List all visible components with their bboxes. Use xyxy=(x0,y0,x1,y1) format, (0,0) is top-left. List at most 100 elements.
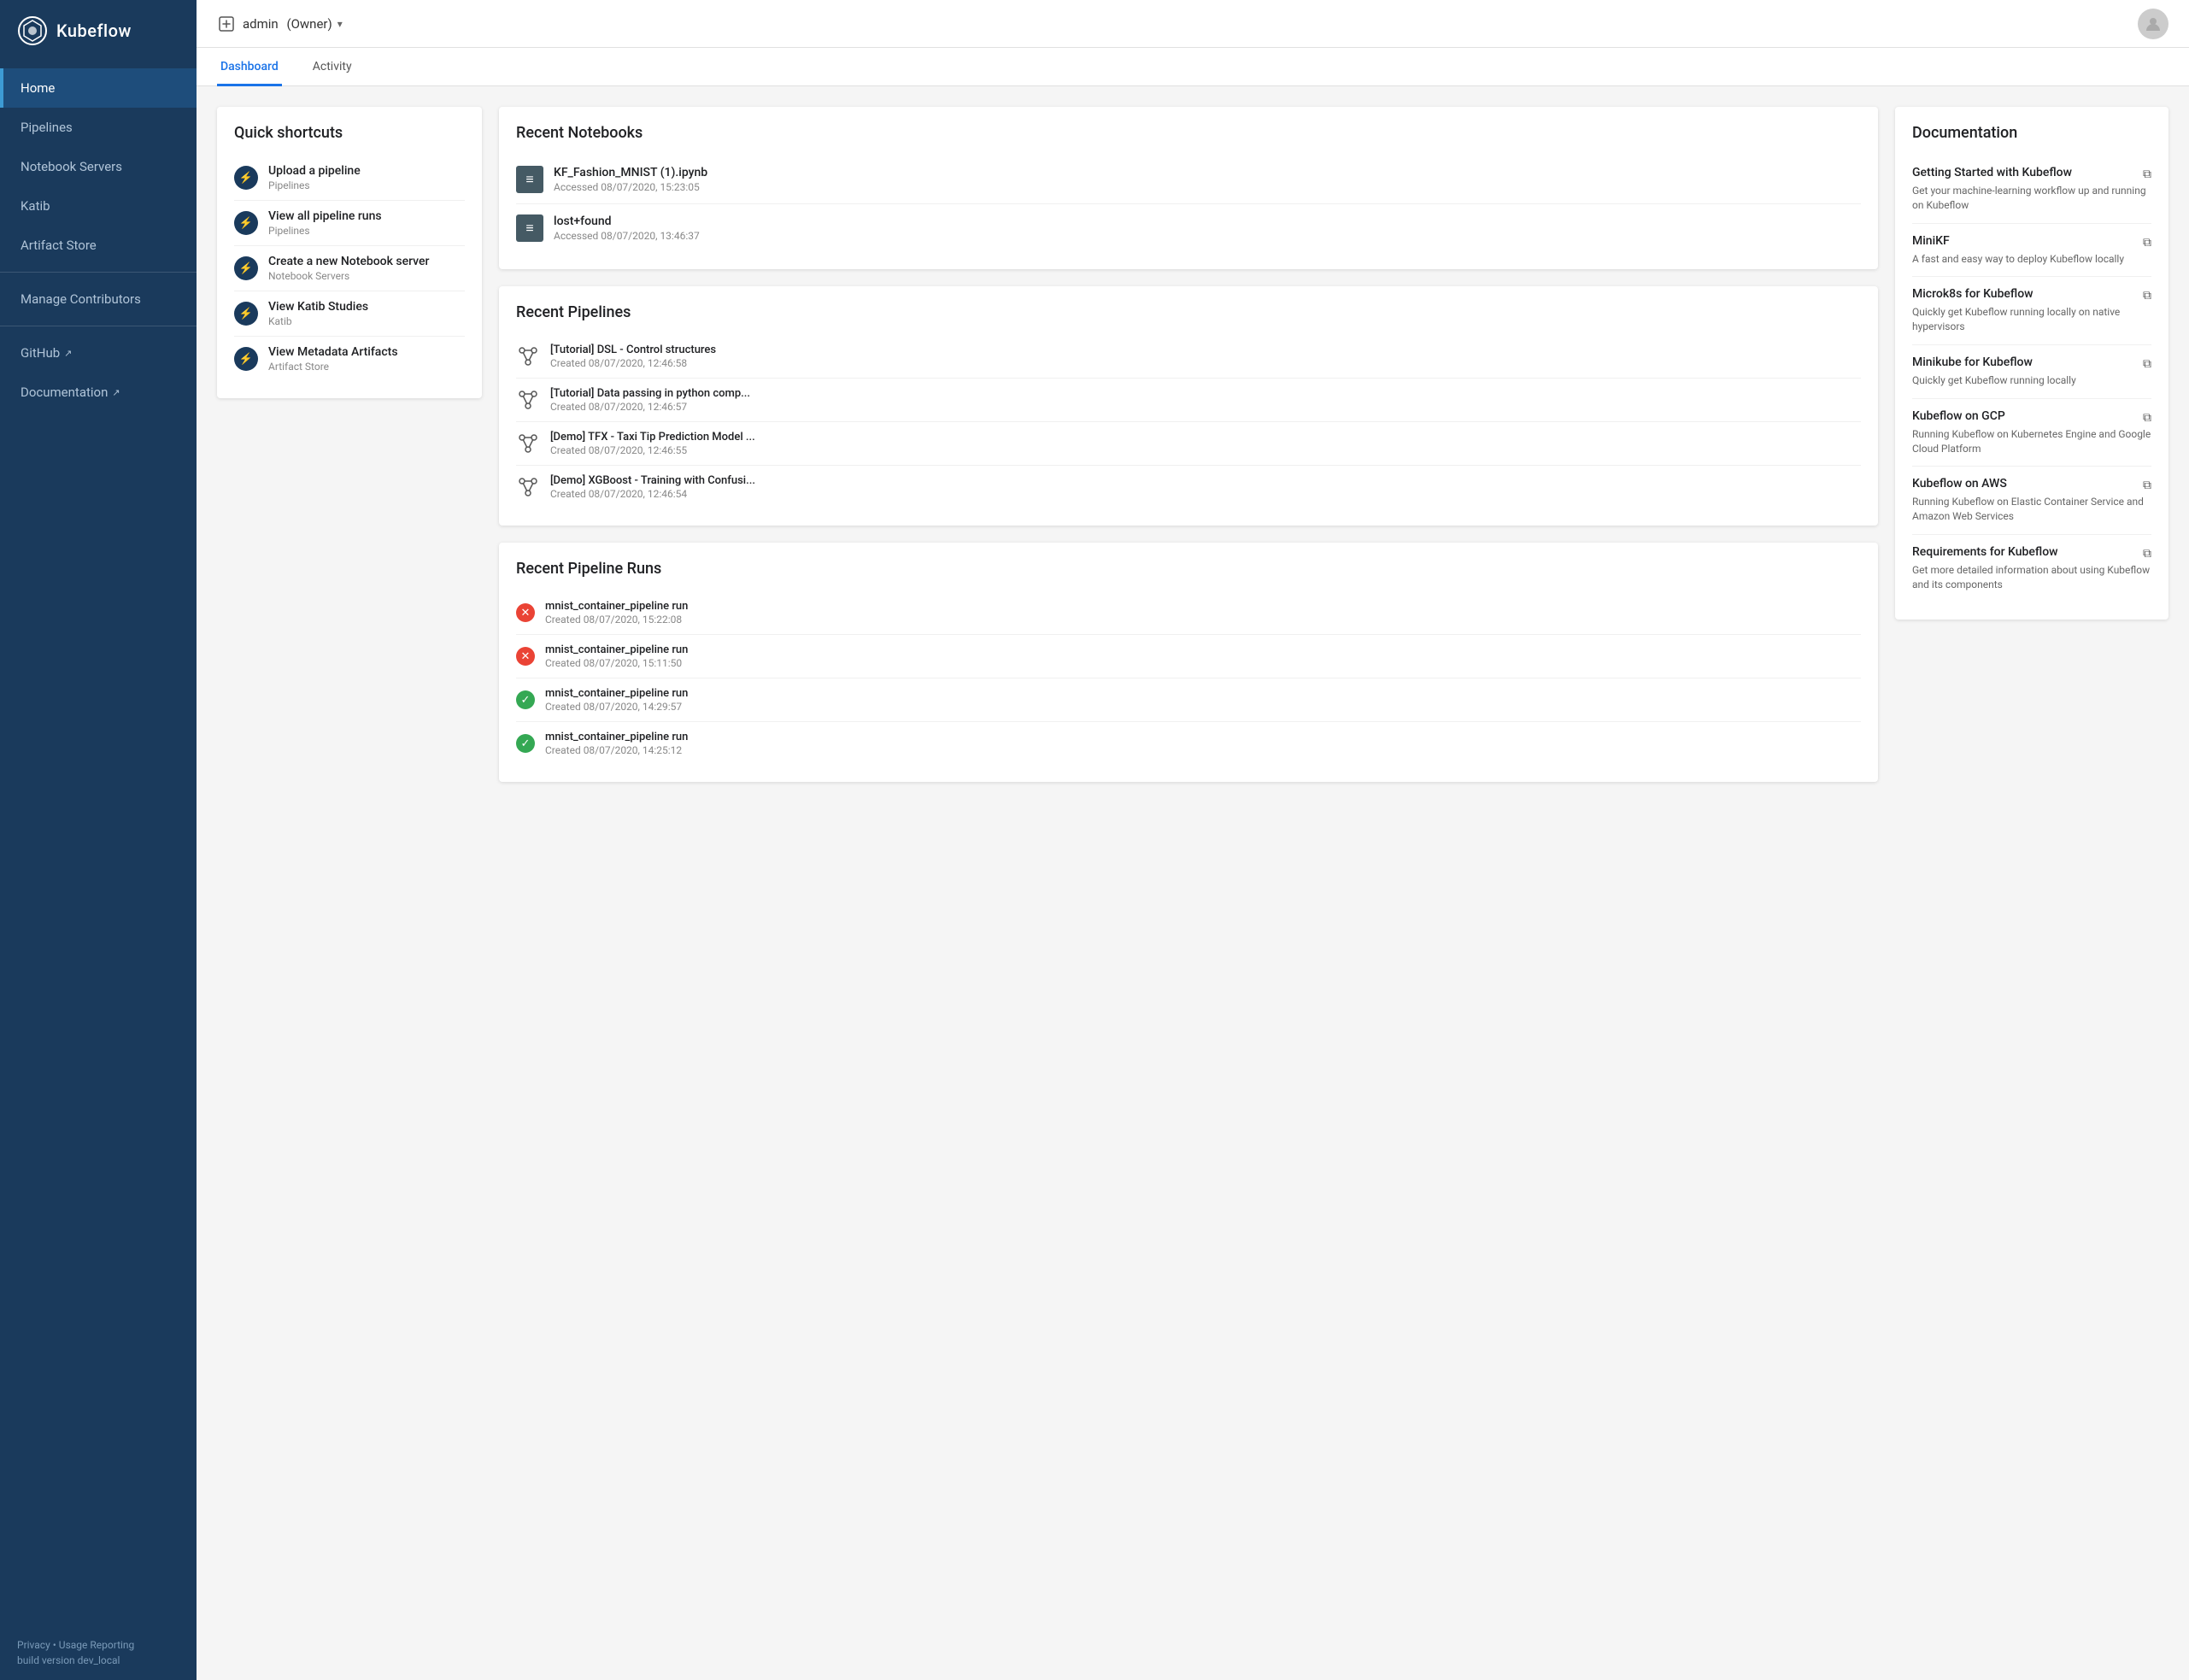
run-item-0[interactable]: ✕ mnist_container_pipeline run Created 0… xyxy=(516,591,1861,635)
shortcut-katib-studies-sub: Katib xyxy=(268,315,368,327)
documentation-title: Documentation xyxy=(1912,124,2151,142)
doc-item-6[interactable]: Requirements for Kubeflow ⧉ Get more det… xyxy=(1912,535,2151,602)
shortcut-new-notebook[interactable]: ⚡ Create a new Notebook server Notebook … xyxy=(234,246,465,291)
notebook-time-1: Accessed 08/07/2020, 13:46:37 xyxy=(554,230,700,242)
shortcut-new-notebook-label: Create a new Notebook server xyxy=(268,255,430,268)
notebook-name-0: KF_Fashion_MNIST (1).ipynb xyxy=(554,166,707,179)
notebook-file-icon-1: ≡ xyxy=(516,214,543,242)
doc-title-6: Requirements for Kubeflow xyxy=(1912,545,2058,559)
app-name: Kubeflow xyxy=(56,21,132,41)
documentation-card: Documentation Getting Started with Kubef… xyxy=(1895,107,2168,620)
run-status-icon-3: ✓ xyxy=(516,734,535,753)
recent-notebooks-title: Recent Notebooks xyxy=(516,124,1861,142)
shortcut-metadata-artifacts[interactable]: ⚡ View Metadata Artifacts Artifact Store xyxy=(234,337,465,381)
doc-desc-2: Quickly get Kubeflow running locally on … xyxy=(1912,305,2151,334)
shortcut-bolt-icon-2: ⚡ xyxy=(234,211,258,235)
doc-item-4[interactable]: Kubeflow on GCP ⧉ Running Kubeflow on Ku… xyxy=(1912,399,2151,467)
pipeline-time-3: Created 08/07/2020, 12:46:54 xyxy=(550,488,755,500)
doc-item-1[interactable]: MiniKF ⧉ A fast and easy way to deploy K… xyxy=(1912,224,2151,278)
pipeline-graph-icon-3 xyxy=(516,475,540,499)
doc-external-icon-1: ⧉ xyxy=(2143,236,2151,250)
run-time-3: Created 08/07/2020, 14:25:12 xyxy=(545,744,688,756)
doc-external-icon-2: ⧉ xyxy=(2143,289,2151,303)
pipeline-time-2: Created 08/07/2020, 12:46:55 xyxy=(550,444,755,456)
run-item-3[interactable]: ✓ mnist_container_pipeline run Created 0… xyxy=(516,722,1861,765)
documentation-column: Documentation Getting Started with Kubef… xyxy=(1895,107,2168,620)
sidebar-item-artifact-store[interactable]: Artifact Store xyxy=(0,226,197,265)
doc-external-icon-5: ⧉ xyxy=(2143,479,2151,492)
doc-title-3: Minikube for Kubeflow xyxy=(1912,355,2033,369)
notebook-item-0[interactable]: ≡ KF_Fashion_MNIST (1).ipynb Accessed 08… xyxy=(516,156,1861,204)
sidebar-item-manage-contributors[interactable]: Manage Contributors xyxy=(0,279,197,319)
sidebar-item-documentation[interactable]: Documentation ↗ xyxy=(0,373,197,412)
shortcut-upload-pipeline[interactable]: ⚡ Upload a pipeline Pipelines xyxy=(234,156,465,201)
run-name-0: mnist_container_pipeline run xyxy=(545,600,688,613)
sidebar-item-pipelines[interactable]: Pipelines xyxy=(0,108,197,147)
sidebar-logo: Kubeflow xyxy=(0,0,197,62)
recent-runs-title: Recent Pipeline Runs xyxy=(516,560,1861,578)
sidebar-item-home[interactable]: Home xyxy=(0,68,197,108)
shortcut-bolt-icon-5: ⚡ xyxy=(234,347,258,371)
doc-title-5: Kubeflow on AWS xyxy=(1912,477,2007,490)
sidebar-item-katib[interactable]: Katib xyxy=(0,186,197,226)
external-link-icon-documentation: ↗ xyxy=(112,387,120,398)
shortcut-bolt-icon-1: ⚡ xyxy=(234,166,258,190)
usage-reporting-link[interactable]: Usage Reporting xyxy=(59,1639,135,1651)
pipeline-time-1: Created 08/07/2020, 12:46:57 xyxy=(550,401,750,413)
pipeline-time-0: Created 08/07/2020, 12:46:58 xyxy=(550,357,716,369)
sidebar-item-artifact-store-label: Artifact Store xyxy=(21,238,97,253)
run-name-1: mnist_container_pipeline run xyxy=(545,643,688,656)
sidebar-item-notebook-servers[interactable]: Notebook Servers xyxy=(0,147,197,186)
pipeline-item-2[interactable]: [Demo] TFX - Taxi Tip Prediction Model .… xyxy=(516,422,1861,466)
sidebar-nav: Home Pipelines Notebook Servers Katib Ar… xyxy=(0,62,197,1625)
doc-item-0[interactable]: Getting Started with Kubeflow ⧉ Get your… xyxy=(1912,156,2151,224)
pipeline-item-0[interactable]: [Tutorial] DSL - Control structures Crea… xyxy=(516,335,1861,379)
sidebar-item-github[interactable]: GitHub ↗ xyxy=(0,333,197,373)
shortcut-katib-studies[interactable]: ⚡ View Katib Studies Katib xyxy=(234,291,465,337)
notebook-item-1[interactable]: ≡ lost+found Accessed 08/07/2020, 13:46:… xyxy=(516,204,1861,252)
kubeflow-logo-icon xyxy=(17,15,48,46)
shortcut-view-all-runs-label: View all pipeline runs xyxy=(268,209,382,223)
tab-activity[interactable]: Activity xyxy=(309,48,355,86)
doc-item-2[interactable]: Microk8s for Kubeflow ⧉ Quickly get Kube… xyxy=(1912,277,2151,345)
doc-desc-3: Quickly get Kubeflow running locally xyxy=(1912,373,2151,388)
quick-shortcuts-title: Quick shortcuts xyxy=(234,124,465,142)
doc-title-2: Microk8s for Kubeflow xyxy=(1912,287,2033,301)
main: admin (Owner) ▾ Dashboard Activity Quick… xyxy=(197,0,2189,1680)
pipeline-item-1[interactable]: [Tutorial] Data passing in python comp..… xyxy=(516,379,1861,422)
run-time-2: Created 08/07/2020, 14:29:57 xyxy=(545,701,688,713)
middle-column: Recent Notebooks ≡ KF_Fashion_MNIST (1).… xyxy=(499,107,1878,782)
pipeline-graph-icon-0 xyxy=(516,344,540,368)
run-name-3: mnist_container_pipeline run xyxy=(545,731,688,743)
doc-external-icon-3: ⧉ xyxy=(2143,357,2151,371)
doc-desc-5: Running Kubeflow on Elastic Container Se… xyxy=(1912,495,2151,524)
doc-item-5[interactable]: Kubeflow on AWS ⧉ Running Kubeflow on El… xyxy=(1912,467,2151,535)
sidebar: Kubeflow Home Pipelines Notebook Servers… xyxy=(0,0,197,1680)
quick-shortcuts-card: Quick shortcuts ⚡ Upload a pipeline Pipe… xyxy=(217,107,482,398)
pipeline-name-0: [Tutorial] DSL - Control structures xyxy=(550,344,716,356)
shortcut-bolt-icon-3: ⚡ xyxy=(234,256,258,280)
privacy-link[interactable]: Privacy xyxy=(17,1639,50,1651)
shortcut-upload-pipeline-sub: Pipelines xyxy=(268,179,361,191)
doc-desc-4: Running Kubeflow on Kubernetes Engine an… xyxy=(1912,427,2151,456)
pipeline-graph-icon-1 xyxy=(516,388,540,412)
doc-title-0: Getting Started with Kubeflow xyxy=(1912,166,2072,179)
doc-desc-1: A fast and easy way to deploy Kubeflow l… xyxy=(1912,252,2151,267)
run-item-2[interactable]: ✓ mnist_container_pipeline run Created 0… xyxy=(516,678,1861,722)
doc-external-icon-4: ⧉ xyxy=(2143,411,2151,425)
run-status-icon-2: ✓ xyxy=(516,690,535,709)
tabs: Dashboard Activity xyxy=(197,48,2189,86)
quick-shortcuts-column: Quick shortcuts ⚡ Upload a pipeline Pipe… xyxy=(217,107,482,398)
pipeline-graph-icon-2 xyxy=(516,432,540,455)
notebook-time-0: Accessed 08/07/2020, 15:23:05 xyxy=(554,181,707,193)
pipeline-name-2: [Demo] TFX - Taxi Tip Prediction Model .… xyxy=(550,431,755,443)
user-avatar[interactable] xyxy=(2138,9,2168,39)
run-item-1[interactable]: ✕ mnist_container_pipeline run Created 0… xyxy=(516,635,1861,678)
sidebar-item-documentation-label: Documentation xyxy=(21,385,108,400)
namespace-selector[interactable]: admin (Owner) ▾ xyxy=(243,16,343,32)
doc-item-3[interactable]: Minikube for Kubeflow ⧉ Quickly get Kube… xyxy=(1912,345,2151,399)
pipeline-item-3[interactable]: [Demo] XGBoost - Training with Confusi..… xyxy=(516,466,1861,508)
build-version: build version dev_local xyxy=(17,1654,120,1666)
tab-dashboard[interactable]: Dashboard xyxy=(217,48,282,86)
shortcut-view-all-runs[interactable]: ⚡ View all pipeline runs Pipelines xyxy=(234,201,465,246)
